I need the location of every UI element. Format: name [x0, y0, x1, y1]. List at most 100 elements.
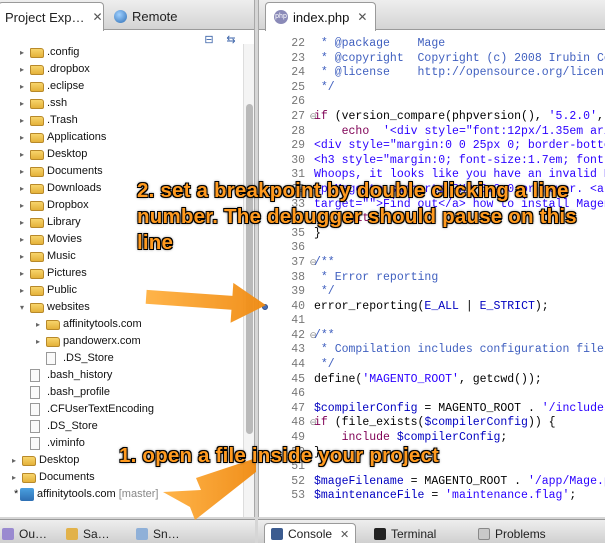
chevron-right-icon[interactable]: ▸	[12, 457, 20, 465]
breakpoint-icon[interactable]	[262, 303, 268, 310]
chevron-right-icon[interactable]: ▸	[20, 100, 28, 108]
line-number[interactable]: 28	[259, 125, 311, 140]
tree-item-ds-store[interactable]: .DS_Store	[0, 350, 243, 367]
tree-item-documents[interactable]: ▸ Documents	[0, 469, 243, 486]
line-number[interactable]: 46	[259, 387, 311, 402]
line-number[interactable]: 27 ⊖	[259, 110, 317, 125]
code-line[interactable]: 39 */	[259, 285, 605, 300]
chevron-right-icon[interactable]: ▸	[20, 151, 28, 159]
tree-item-bash-profile[interactable]: .bash_profile	[0, 384, 243, 401]
code-line[interactable]: 24 * @license http://opensource.org/lice…	[259, 66, 605, 81]
tree-item-config[interactable]: ▸ .config	[0, 44, 243, 61]
chevron-right-icon[interactable]: ▸	[12, 474, 20, 482]
tab-outline[interactable]: Ou…	[0, 523, 53, 543]
line-number[interactable]: 42 ⊖	[259, 329, 317, 344]
line-number[interactable]: 41	[259, 314, 311, 329]
close-icon[interactable]: ✕	[92, 10, 102, 24]
tree-item-ssh[interactable]: ▸ .ssh	[0, 95, 243, 112]
tree-item-pandowerx-com[interactable]: ▸ pandowerx.com	[0, 333, 243, 350]
code-line[interactable]: 27 ⊖ if (version_compare(phpversion(), '5.…	[259, 110, 605, 125]
code-line[interactable]: 46	[259, 387, 605, 402]
chevron-right-icon[interactable]: ▸	[20, 219, 28, 227]
code-line[interactable]: 22 * @package Mage	[259, 37, 605, 52]
tab-console[interactable]: Console ✕	[264, 523, 357, 543]
chevron-right-icon[interactable]: ▸	[20, 134, 28, 142]
line-number[interactable]: 48 ⊖	[259, 416, 317, 431]
tab-problems[interactable]: Problems	[472, 523, 552, 543]
tab-remote[interactable]: Remote	[108, 2, 184, 30]
code-line[interactable]: 30 <h3 style="margin:0; font-size:1.7em; …	[259, 154, 605, 169]
tab-samples[interactable]: Sa…	[60, 523, 116, 543]
code-line[interactable]: 48 ⊖ if (file_exists($compilerConfig)) {	[259, 416, 605, 431]
tab-terminal[interactable]: Terminal	[368, 523, 442, 543]
chevron-right-icon[interactable]: ▸	[36, 338, 44, 346]
line-number[interactable]: 53	[259, 489, 311, 504]
line-number[interactable]: 24	[259, 66, 311, 81]
chevron-right-icon[interactable]: ▸	[20, 185, 28, 193]
chevron-right-icon[interactable]: ▸	[20, 236, 28, 244]
chevron-right-icon[interactable]: ▸	[20, 83, 28, 91]
close-icon[interactable]: ✕	[357, 10, 367, 24]
chevron-right-icon[interactable]: ▸	[20, 117, 28, 125]
code-editor[interactable]: 22 * @package Mage 23 * @copyright Copyri…	[259, 37, 605, 504]
tree-item-bash-history[interactable]: .bash_history	[0, 367, 243, 384]
code-line[interactable]: 45 define('MAGENTO_ROOT', getcwd());	[259, 373, 605, 388]
tree-item-desktop[interactable]: ▸ Desktop	[0, 146, 243, 163]
code-line[interactable]: 37 ⊖/**	[259, 256, 605, 271]
code-line[interactable]: 41	[259, 314, 605, 329]
chevron-right-icon[interactable]: ▸	[36, 321, 44, 329]
tree-item-eclipse[interactable]: ▸ .eclipse	[0, 78, 243, 95]
code-line[interactable]: 29 <div style="margin:0 0 25px 0; border-…	[259, 139, 605, 154]
chevron-right-icon[interactable]: ▸	[20, 253, 28, 261]
tree-item-pictures[interactable]: ▸ Pictures	[0, 265, 243, 282]
code-line[interactable]: 43 * Compilation includes configuration …	[259, 343, 605, 358]
code-line[interactable]: 53 $maintenanceFile = 'maintenance.flag';	[259, 489, 605, 504]
tree-item-applications[interactable]: ▸ Applications	[0, 129, 243, 146]
code-line[interactable]: 52 $mageFilename = MAGENTO_ROOT . '/app/M…	[259, 475, 605, 490]
line-number[interactable]: 22	[259, 37, 311, 52]
code-line[interactable]: 28 echo '<div style="font:12px/1.35em ar…	[259, 125, 605, 140]
tree-item-ds-store[interactable]: .DS_Store	[0, 418, 243, 435]
chevron-down-icon[interactable]: ▾	[20, 304, 28, 312]
tree-item-cfusertextencoding[interactable]: .CFUserTextEncoding	[0, 401, 243, 418]
tab-snippets[interactable]: Sn…	[130, 523, 186, 543]
tree-item-affinitytools-com[interactable]: * affinitytools.com [master]	[0, 486, 243, 503]
tree-item-dropbox[interactable]: ▸ .dropbox	[0, 61, 243, 78]
line-number[interactable]: 52	[259, 475, 311, 490]
tree-item-public[interactable]: ▸ Public	[0, 282, 243, 299]
tree-item-affinitytools-com[interactable]: ▸ affinitytools.com	[0, 316, 243, 333]
code-line[interactable]: 42 ⊖/**	[259, 329, 605, 344]
tree-scrollbar-thumb[interactable]	[246, 104, 253, 434]
line-number[interactable]: 45	[259, 373, 311, 388]
chevron-right-icon[interactable]: ▸	[20, 270, 28, 278]
code-line[interactable]: 25 */	[259, 81, 605, 96]
code-line[interactable]: 26	[259, 95, 605, 110]
tab-index-php[interactable]: php index.php ✕	[265, 2, 377, 31]
tree-item-websites[interactable]: ▾ websites	[0, 299, 243, 316]
line-number[interactable]: 25	[259, 81, 311, 96]
line-number[interactable]: 26	[259, 95, 311, 110]
line-number[interactable]: 44	[259, 358, 311, 373]
line-number[interactable]: 29	[259, 139, 311, 154]
line-number[interactable]: 38	[259, 271, 311, 286]
line-number[interactable]: 23	[259, 52, 311, 67]
chevron-right-icon[interactable]: ▸	[20, 287, 28, 295]
chevron-right-icon[interactable]: ▸	[20, 49, 28, 57]
tree-item-trash[interactable]: ▸ .Trash	[0, 112, 243, 129]
code-line[interactable]: 38 * Error reporting	[259, 271, 605, 286]
chevron-right-icon[interactable]: ▸	[20, 66, 28, 74]
line-number[interactable]: 47	[259, 402, 311, 417]
code-line[interactable]: 44 */	[259, 358, 605, 373]
chevron-right-icon[interactable]: ▸	[20, 202, 28, 210]
code-line[interactable]: 47 $compilerConfig = MAGENTO_ROOT . '/inc…	[259, 402, 605, 417]
close-icon[interactable]: ✕	[340, 528, 349, 541]
tab-project-explorer[interactable]: Project Exp… ✕	[0, 2, 104, 31]
line-number[interactable]: 43	[259, 343, 311, 358]
line-number[interactable]: 37 ⊖	[259, 256, 317, 271]
line-number[interactable]: 39	[259, 285, 311, 300]
php-file-icon: php	[274, 10, 288, 24]
code-line[interactable]: 40 error_reporting(E_ALL | E_STRICT);	[259, 300, 605, 315]
code-line[interactable]: 23 * @copyright Copyright (c) 2008 Irubi…	[259, 52, 605, 67]
line-number[interactable]: 30	[259, 154, 311, 169]
chevron-right-icon[interactable]: ▸	[20, 168, 28, 176]
